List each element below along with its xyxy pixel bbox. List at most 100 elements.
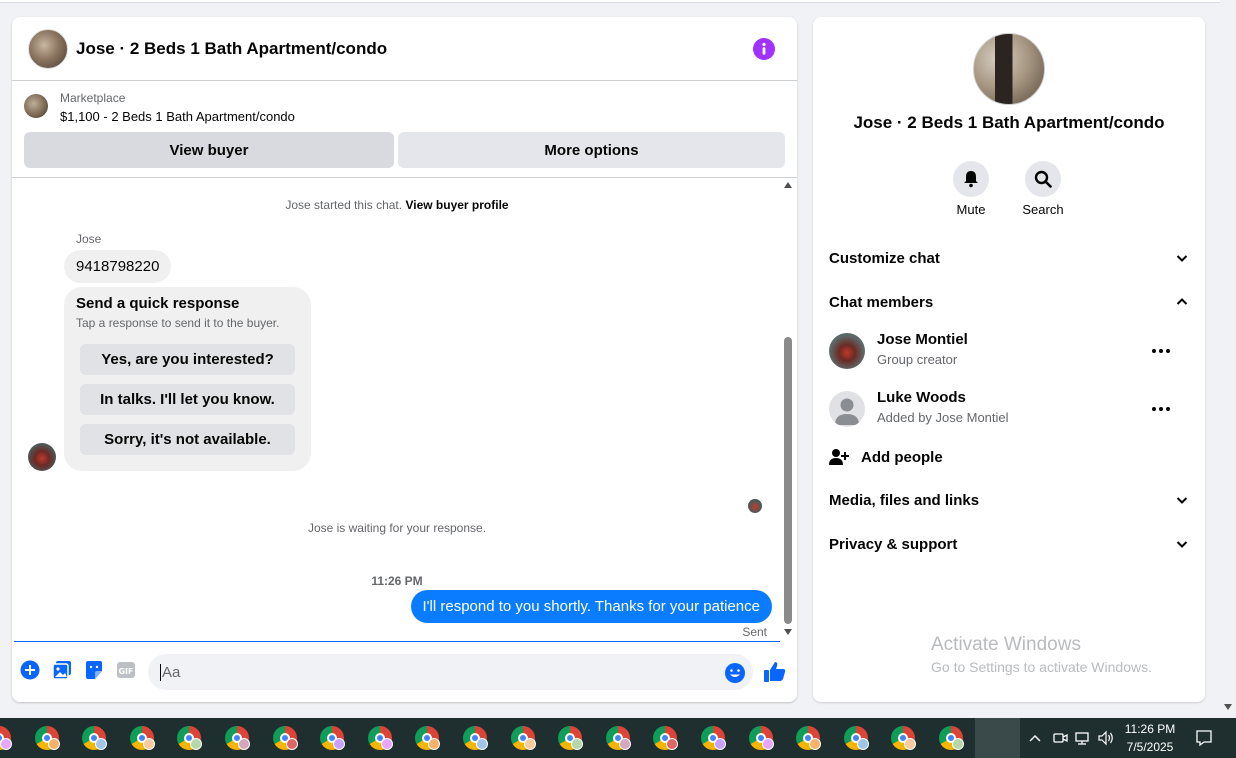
chrome-icon[interactable] [511,726,536,750]
info-icon[interactable] [753,38,775,60]
chrome-icon[interactable] [939,726,964,750]
photo-icon[interactable] [52,660,72,680]
outgoing-message[interactable]: I'll respond to you shortly. Thanks for … [410,590,772,623]
scroll-down-arrow-icon[interactable] [784,629,792,635]
incoming-message[interactable]: 9418798220 [64,250,172,283]
browser-top-strip [0,0,1220,3]
mute-button[interactable] [953,161,989,197]
profile-badge-icon [571,738,583,750]
member-role: Added by Jose Montiel [877,410,1009,425]
network-icon[interactable] [1073,718,1093,758]
chrome-icon[interactable] [320,726,345,750]
chrome-icon[interactable] [0,726,12,750]
view-buyer-button[interactable]: View buyer [24,132,394,168]
chrome-icon[interactable] [273,726,298,750]
clock-time[interactable]: 11:26 PM [1120,722,1180,736]
gif-icon[interactable]: GIF [116,660,136,680]
chrome-icon[interactable] [701,726,726,750]
profile-badge-icon [286,738,298,750]
listing-row[interactable]: Marketplace $1,100 - 2 Beds 1 Bath Apart… [12,81,797,126]
member-row[interactable]: Luke Woods Added by Jose Montiel [829,389,1189,429]
chrome-icon[interactable] [891,726,916,750]
profile-badge-icon [381,738,393,750]
chevron-up-icon [1176,298,1188,305]
search-button[interactable] [1025,161,1061,197]
chrome-icon[interactable] [130,726,155,750]
chrome-icon[interactable] [463,726,488,750]
chrome-icon[interactable] [653,726,678,750]
view-buyer-profile-link[interactable]: View buyer profile [405,198,508,212]
emoji-icon[interactable] [724,662,746,684]
profile-badge-icon [619,738,631,750]
quick-response-card: Send a quick response Tap a response to … [64,287,311,471]
quick-reply-button[interactable]: Sorry, it's not available. [80,424,295,455]
notifications-icon[interactable] [1192,718,1216,758]
add-people-button[interactable]: Add people [829,445,943,469]
chrome-icon[interactable] [177,726,202,750]
chrome-icon[interactable] [606,726,631,750]
sender-avatar[interactable] [28,443,56,471]
chrome-icon[interactable] [796,726,821,750]
chrome-icon[interactable] [749,726,774,750]
chrome-icon[interactable] [844,726,869,750]
chat-members-row[interactable]: Chat members [829,287,1189,317]
customize-chat-row[interactable]: Customize chat [829,243,1189,273]
chevron-up-icon[interactable] [1025,718,1045,758]
chat-members-label: Chat members [829,293,934,311]
privacy-support-row[interactable]: Privacy & support [829,529,1189,559]
meet-now-icon[interactable] [1050,718,1070,758]
thread-scrollbar[interactable] [782,182,794,640]
more-options-icon[interactable] [1149,397,1173,421]
svg-text:GIF: GIF [118,667,133,676]
chevron-down-icon [1176,497,1188,504]
chrome-icon[interactable] [415,726,440,750]
chat-info-panel: Jose · 2 Beds 1 Bath Apartment/condo Mut… [813,17,1205,702]
message-input[interactable]: Aa [148,654,753,690]
more-options-icon[interactable] [1149,339,1173,363]
profile-badge-icon [476,738,488,750]
default-avatar-icon[interactable] [829,391,865,427]
chat-photo[interactable] [973,33,1045,105]
thumbs-up-icon[interactable] [763,660,787,684]
member-row[interactable]: Jose Montiel Group creator [829,331,1189,371]
member-role: Group creator [877,352,958,367]
page-scroll-down-icon[interactable] [1224,704,1232,710]
listing-source: Marketplace [60,91,126,105]
quick-reply-button[interactable]: Yes, are you interested? [80,344,295,375]
sticker-icon[interactable] [84,660,104,680]
profile-badge-icon [904,738,916,750]
more-options-button[interactable]: More options [398,132,785,168]
media-files-label: Media, files and links [829,491,980,509]
chat-title[interactable]: Jose · 2 Beds 1 Bath Apartment/condo [76,39,387,59]
plus-icon[interactable] [20,660,40,680]
chat-started-notice: Jose started this chat. View buyer profi… [12,198,782,212]
scroll-up-arrow-icon[interactable] [784,182,792,188]
chevron-down-icon [1176,255,1188,262]
chrome-icon[interactable] [558,726,583,750]
media-files-row[interactable]: Media, files and links [829,485,1189,515]
chat-avatar[interactable] [28,29,68,69]
profile-badge-icon [524,738,536,750]
profile-badge-icon [333,738,345,750]
chrome-icon[interactable] [368,726,393,750]
info-title: Jose · 2 Beds 1 Bath Apartment/condo [853,113,1165,132]
privacy-support-label: Privacy & support [829,535,958,553]
quick-reply-button[interactable]: In talks. I'll let you know. [80,384,295,415]
activation-watermark-title: Activate Windows [931,634,1081,655]
profile-badge-icon [666,738,678,750]
active-task-highlight [975,718,1020,758]
quick-response-title: Send a quick response [76,295,240,312]
message-thread: Jose started this chat. View buyer profi… [12,179,782,641]
chevron-down-icon [1176,541,1188,548]
quick-response-subtitle: Tap a response to send it to the buyer. [76,316,280,330]
chrome-icon[interactable] [35,726,60,750]
profile-badge-icon [238,738,250,750]
clock-date[interactable]: 7/5/2025 [1120,740,1180,754]
message-composer: GIF Aa [12,642,797,702]
text-caret [160,663,161,681]
chrome-icon[interactable] [225,726,250,750]
volume-icon[interactable] [1096,718,1116,758]
member-avatar[interactable] [829,333,865,369]
chrome-icon[interactable] [82,726,107,750]
scroll-thumb[interactable] [784,337,792,624]
